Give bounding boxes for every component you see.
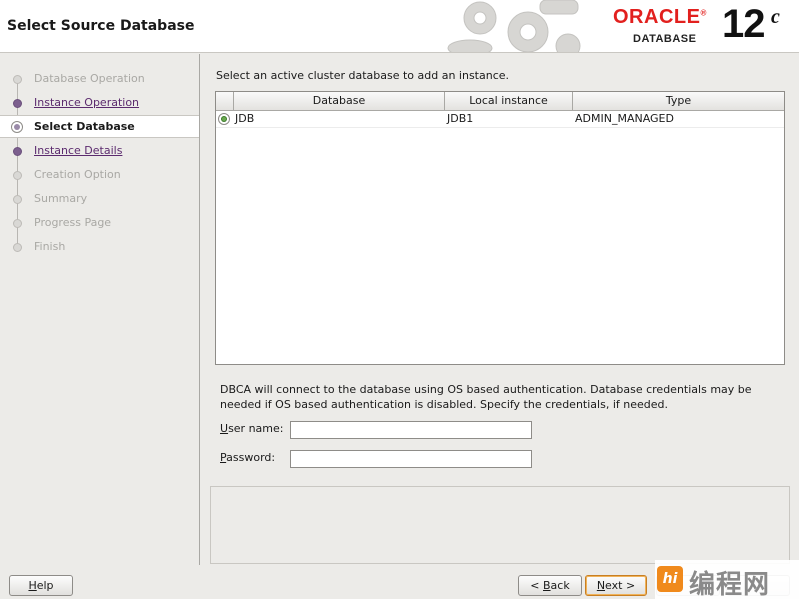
column-header-database[interactable]: Database (234, 92, 445, 110)
step-indicator-icon (13, 147, 22, 156)
step-select-database: Select Database (0, 115, 199, 138)
watermark-overlay: hi 编程网 (655, 560, 799, 599)
step-label: Select Database (34, 120, 135, 133)
cell-type: ADMIN_MANAGED (575, 112, 674, 125)
step-creation-option: Creation Option (0, 164, 199, 186)
row-select-radio[interactable] (218, 113, 230, 125)
column-header-local-instance[interactable]: Local instance (445, 92, 573, 110)
step-database-operation: Database Operation (0, 68, 199, 90)
step-summary: Summary (0, 188, 199, 210)
auth-note-text: DBCA will connect to the database using … (220, 383, 752, 411)
column-header-type[interactable]: Type (573, 92, 784, 110)
instruction-text: Select an active cluster database to add… (216, 69, 510, 82)
watermark-text: 编程网 (689, 570, 771, 599)
step-label: Summary (34, 192, 88, 205)
cell-local-instance: JDB1 (447, 112, 474, 125)
logo-oracle-text: ORACLE® (613, 6, 707, 28)
step-progress-page: Progress Page (0, 212, 199, 234)
next-button[interactable]: Next > (585, 575, 647, 596)
step-label: Database Operation (34, 72, 145, 85)
step-label: Progress Page (34, 216, 112, 229)
username-field[interactable] (290, 421, 532, 439)
logo-database-text: DATABASE (633, 33, 697, 45)
password-label: Password: (220, 451, 276, 464)
username-label: User name: (220, 422, 284, 435)
back-button[interactable]: < Back (518, 575, 582, 596)
cell-database: JDB (235, 112, 255, 125)
step-indicator-icon (13, 219, 22, 228)
step-current-indicator-icon (11, 121, 23, 133)
step-link[interactable]: Instance Operation (34, 96, 139, 109)
wizard-steps-sidebar: Database Operation Instance Operation Se… (0, 54, 200, 565)
logo-version-suffix: c (771, 6, 780, 28)
watermark-badge-icon: hi (657, 566, 683, 592)
table-header-select (216, 92, 234, 110)
step-indicator-icon (13, 75, 22, 84)
page-title: Select Source Database (7, 18, 195, 34)
message-area (210, 486, 790, 564)
step-instance-operation[interactable]: Instance Operation (0, 92, 199, 114)
main-panel: Select an active cluster database to add… (201, 54, 799, 565)
step-indicator-icon (13, 195, 22, 204)
wizard-header: Select Source Database ORACLE® DATABASE … (0, 0, 799, 53)
step-indicator-icon (13, 171, 22, 180)
database-table: Database Local instance Type JDB JDB1 AD… (215, 91, 785, 365)
gears-decoration-icon (447, 0, 581, 52)
password-field[interactable] (290, 450, 532, 468)
logo-version-text: 12 (722, 2, 765, 46)
step-instance-details[interactable]: Instance Details (0, 140, 199, 162)
step-label: Creation Option (34, 168, 121, 181)
step-link[interactable]: Instance Details (34, 144, 122, 157)
table-row[interactable]: JDB JDB1 ADMIN_MANAGED (216, 111, 784, 128)
table-header: Database Local instance Type (216, 92, 784, 111)
help-button[interactable]: Help (9, 575, 73, 596)
step-label: Finish (34, 240, 66, 253)
step-indicator-icon (13, 99, 22, 108)
step-indicator-icon (13, 243, 22, 252)
oracle-database-logo: ORACLE® DATABASE 12 c (606, 0, 799, 52)
step-finish: Finish (0, 236, 199, 258)
